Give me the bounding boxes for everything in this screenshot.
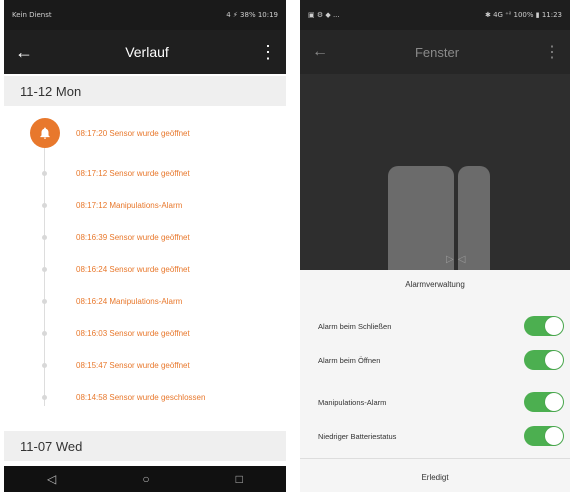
page-title: Verlauf (125, 44, 169, 60)
carrier-text: Kein Dienst (12, 11, 52, 19)
list-item[interactable]: 08:17:20 Sensor wurde geöffnet (4, 117, 286, 149)
timeline-dot (42, 394, 47, 400)
event-text: 08:14:58 Sensor wurde geschlossen (76, 392, 206, 402)
alarm-label: Alarm beim Öffnen (318, 355, 381, 365)
status-right-info: ✱ 4G ⁺ⁱˡ 100% ▮ 11:23 (484, 11, 562, 19)
app-bar: ← Verlauf ⋮ (4, 30, 286, 74)
list-item[interactable]: 08:15:47 Sensor wurde geöffnet (4, 349, 286, 381)
timeline-dot (42, 330, 47, 336)
divider (300, 458, 570, 459)
nav-recent-icon[interactable]: □ (236, 472, 243, 486)
nav-back-icon[interactable]: ◁ (47, 472, 56, 486)
nav-home-icon[interactable]: ○ (142, 472, 149, 486)
sensor-arrows-icon: ▷◁ (446, 254, 470, 265)
alarm-toggle[interactable] (524, 392, 564, 412)
event-text: 08:17:12 Sensor wurde geöffnet (76, 168, 190, 178)
alarm-label: Alarm beim Schließen (318, 321, 392, 331)
alarm-toggle[interactable] (524, 316, 564, 336)
list-item[interactable]: 08:17:12 Sensor wurde geöffnet (4, 157, 286, 189)
toggle-knob (545, 427, 563, 445)
alarm-settings-sheet: Alarmverwaltung Alarm beim Schließen Ala… (300, 270, 570, 492)
app-bar: ← Fenster ⋮ (300, 30, 570, 74)
event-text: 08:16:39 Sensor wurde geöffnet (76, 232, 190, 242)
status-bar: Kein Dienst 4 ⚡ 38% 10:19 (4, 0, 286, 30)
system-nav-bar: ◁ ○ □ (4, 466, 286, 492)
sensor-body (388, 166, 454, 276)
event-text: 08:15:47 Sensor wurde geöffnet (76, 360, 190, 370)
timeline-dot (42, 266, 47, 272)
alarm-label: Manipulations-Alarm (318, 397, 387, 407)
date-header: 11-12 Mon (4, 76, 286, 106)
alarm-label: Niedriger Batteriestatus (318, 431, 397, 441)
arrow-left-icon[interactable]: ← (300, 43, 340, 61)
alarm-toggle[interactable] (524, 426, 564, 446)
toggle-knob (545, 317, 563, 335)
event-text: 08:17:12 Manipulations-Alarm (76, 200, 183, 210)
history-screen: Kein Dienst 4 ⚡ 38% 10:19 ← Verlauf ⋮ 11… (4, 0, 286, 492)
toggle-knob (545, 393, 563, 411)
done-button[interactable]: Erledigt (300, 466, 570, 490)
screenshot-stage: Kein Dienst 4 ⚡ 38% 10:19 ← Verlauf ⋮ 11… (0, 0, 570, 492)
list-item[interactable]: 08:16:24 Sensor wurde geöffnet (4, 253, 286, 285)
status-right-info: 4 ⚡ 38% 10:19 (226, 11, 278, 19)
status-left-info: ▣ ⚙ ◆ ... (308, 11, 340, 19)
list-item[interactable]: 08:16:03 Sensor wurde geöffnet (4, 317, 286, 349)
event-text: 08:16:24 Manipulations-Alarm (76, 296, 183, 306)
page-title: Fenster (414, 44, 460, 60)
arrow-left-icon[interactable]: ← (4, 42, 44, 63)
event-timeline: 08:17:20 Sensor wurde geöffnet 08:17:12 … (4, 106, 286, 431)
sheet-title: Alarmverwaltung (405, 280, 465, 289)
status-bar: ▣ ⚙ ◆ ... ✱ 4G ⁺ⁱˡ 100% ▮ 11:23 (300, 0, 570, 30)
alarm-toggle[interactable] (524, 350, 564, 370)
alarm-row: Manipulations-Alarm (300, 388, 570, 416)
list-item[interactable]: 08:16:24 Manipulations-Alarm (4, 285, 286, 317)
timeline-dot (42, 170, 47, 176)
toggle-knob (545, 351, 563, 369)
date-header: 11-07 Wed (4, 431, 286, 461)
alarm-row: Niedriger Batteriestatus (300, 422, 570, 450)
sensor-illustration: ▷◁ (300, 74, 570, 276)
sensor-screen: ▣ ⚙ ◆ ... ✱ 4G ⁺ⁱˡ 100% ▮ 11:23 ← Fenste… (300, 0, 570, 492)
list-item[interactable]: 08:14:58 Sensor wurde geschlossen (4, 381, 286, 413)
alarm-row: Alarm beim Öffnen (300, 346, 570, 374)
event-text: 08:16:03 Sensor wurde geöffnet (76, 328, 190, 338)
timeline-dot (42, 362, 47, 368)
list-item[interactable]: 08:17:12 Manipulations-Alarm (4, 189, 286, 221)
timeline-dot (42, 202, 47, 208)
event-text: 08:16:24 Sensor wurde geöffnet (76, 264, 190, 274)
alarm-row: Alarm beim Schließen (300, 312, 570, 340)
more-vert-icon[interactable]: ⋮ (250, 42, 286, 63)
list-item[interactable]: 08:16:39 Sensor wurde geöffnet (4, 221, 286, 253)
more-vert-icon[interactable]: ⋮ (534, 42, 570, 62)
timeline-dot (42, 298, 47, 304)
event-text: 08:17:20 Sensor wurde geöffnet (76, 128, 190, 138)
timeline-dot (42, 234, 47, 240)
